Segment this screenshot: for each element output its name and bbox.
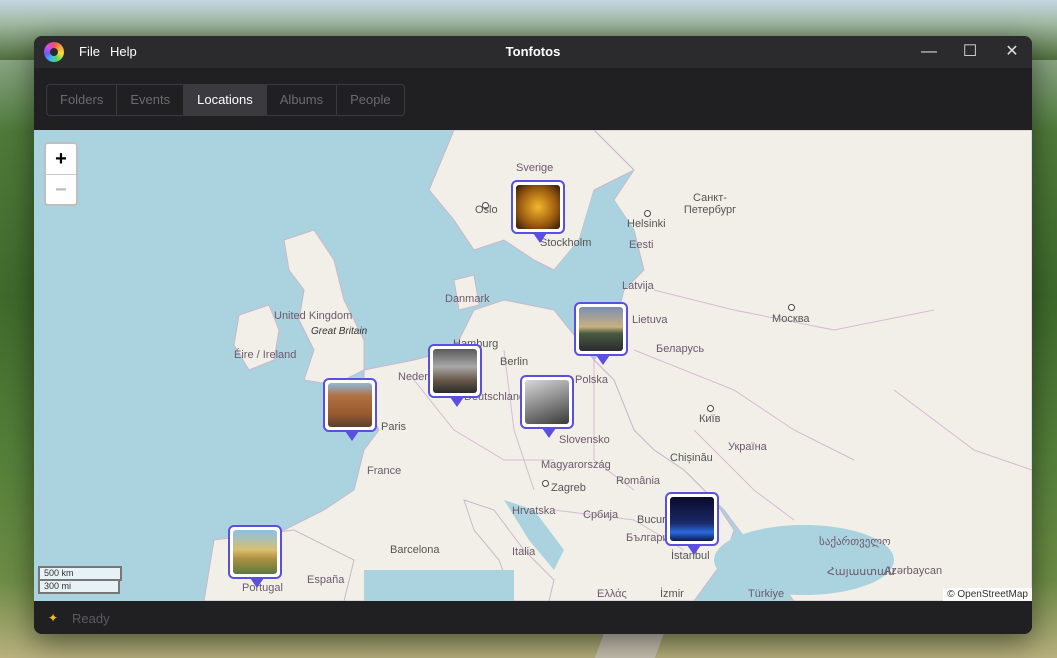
map-label: Slovensko bbox=[559, 434, 610, 446]
close-button[interactable]: ✕ bbox=[997, 40, 1027, 64]
city-dot bbox=[788, 304, 795, 311]
map-view[interactable]: Sverige Oslo Stockholm Helsinki Санкт- П… bbox=[34, 130, 1032, 601]
city-dot bbox=[707, 405, 714, 412]
statusbar: ✦ Ready bbox=[34, 601, 1032, 634]
map-label: Latvija bbox=[622, 280, 654, 292]
view-tabs: Folders Events Locations Albums People bbox=[46, 84, 405, 116]
tab-folders[interactable]: Folders bbox=[47, 85, 118, 115]
status-text: Ready bbox=[72, 611, 110, 626]
photo-thumbnail bbox=[670, 497, 714, 541]
photo-marker-germany[interactable] bbox=[428, 344, 482, 407]
minimize-button[interactable]: — bbox=[914, 40, 944, 64]
photo-thumbnail bbox=[516, 185, 560, 229]
zoom-in-button[interactable]: + bbox=[46, 144, 76, 174]
photo-marker-sweden[interactable] bbox=[511, 180, 565, 243]
map-label: საქართველო bbox=[819, 536, 891, 548]
zoom-control: + − bbox=[44, 142, 78, 206]
map-label: România bbox=[616, 475, 661, 487]
zoom-out-button[interactable]: − bbox=[46, 174, 76, 205]
map-label: Chișinău bbox=[670, 452, 713, 464]
map-label: Lietuva bbox=[632, 314, 668, 326]
map-label: Éire / Ireland bbox=[234, 349, 297, 361]
window-title: Tonfotos bbox=[505, 44, 561, 59]
photo-marker-portugal[interactable] bbox=[228, 525, 282, 588]
map-label: Москва bbox=[772, 313, 810, 325]
scale-km: 500 km bbox=[38, 566, 122, 581]
tab-people[interactable]: People bbox=[337, 85, 403, 115]
city-dot bbox=[542, 480, 549, 487]
tab-locations[interactable]: Locations bbox=[184, 85, 267, 115]
tab-albums[interactable]: Albums bbox=[267, 85, 338, 115]
map-label: Türkiye bbox=[748, 588, 785, 600]
photo-marker-uk[interactable] bbox=[323, 378, 377, 441]
map-label: Србија bbox=[583, 509, 619, 521]
map-label: Paris bbox=[381, 421, 407, 433]
map-label: Ελλάς bbox=[597, 588, 627, 600]
map-label: Беларусь bbox=[656, 343, 705, 355]
photo-marker-slovakia[interactable] bbox=[520, 375, 574, 438]
map-label: France bbox=[367, 465, 402, 477]
map-label: Hrvatska bbox=[512, 505, 556, 517]
titlebar: File Help Tonfotos — ☐ ✕ bbox=[34, 36, 1032, 68]
photo-thumbnail bbox=[579, 307, 623, 351]
map-label: Italia bbox=[512, 546, 536, 558]
toolbar: Folders Events Locations Albums People bbox=[34, 68, 1032, 130]
map-label: Helsinki bbox=[627, 218, 666, 230]
map-label: Stockholm bbox=[540, 237, 592, 249]
map-label: Barcelona bbox=[390, 544, 440, 556]
map-label: Polska bbox=[575, 374, 609, 386]
map-label: Great Britain bbox=[311, 326, 368, 337]
map-label: Magyarország bbox=[541, 459, 611, 471]
city-dot bbox=[644, 210, 651, 217]
map-label: İzmir bbox=[660, 588, 684, 600]
scale-mi: 300 mi bbox=[38, 581, 120, 594]
map-label: Oslo bbox=[475, 204, 498, 216]
photo-thumbnail bbox=[328, 383, 372, 427]
photo-thumbnail bbox=[433, 349, 477, 393]
map-label: Berlin bbox=[500, 356, 529, 368]
map-label: Eesti bbox=[629, 239, 654, 251]
map-label: Zagreb bbox=[551, 482, 586, 494]
tab-events[interactable]: Events bbox=[117, 85, 185, 115]
app-window: File Help Tonfotos — ☐ ✕ Folders Events … bbox=[34, 36, 1032, 634]
map-label: Danmark bbox=[445, 293, 490, 305]
status-user-icon: ✦ bbox=[48, 611, 59, 625]
map-attribution[interactable]: © OpenStreetMap bbox=[943, 588, 1032, 601]
desktop-road bbox=[594, 630, 666, 658]
map-label: Sverige bbox=[516, 162, 554, 174]
map-label: Україна bbox=[728, 441, 767, 453]
map-label: United Kingdom bbox=[274, 310, 353, 322]
map-label: Київ bbox=[699, 413, 721, 425]
map-label: Azərbaycan bbox=[884, 565, 943, 577]
map-label: España bbox=[307, 574, 345, 586]
photo-thumbnail bbox=[233, 530, 277, 574]
photo-marker-lithuania[interactable] bbox=[574, 302, 628, 365]
maximize-button[interactable]: ☐ bbox=[955, 40, 985, 64]
photo-marker-istanbul[interactable] bbox=[665, 492, 719, 555]
map-label: Санкт- Петербург bbox=[683, 192, 737, 216]
photo-thumbnail bbox=[525, 380, 569, 424]
